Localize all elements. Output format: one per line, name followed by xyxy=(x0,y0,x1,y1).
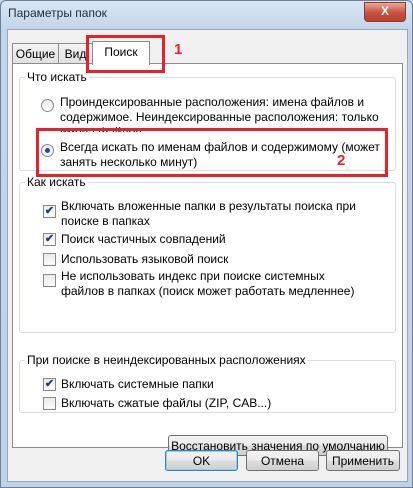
option-no-index-line1: Не использовать индекс при поиске систем… xyxy=(61,269,325,283)
dialog-client-area: Общие Вид Поиск Что искать Проиндексиров… xyxy=(7,29,408,482)
option-compressed-files-label[interactable]: Включать сжатые файлы (ZIP, CAB...) xyxy=(61,396,271,411)
how-to-search-legend: Как искать xyxy=(27,175,86,189)
checkbox-no-index-system[interactable] xyxy=(43,274,56,287)
checkbox-system-folders[interactable]: ✔ xyxy=(43,378,56,391)
folder-options-window: Параметры папок X Общие Вид Поиск Что ис… xyxy=(0,0,413,488)
annotation-number-2: 2 xyxy=(337,152,346,169)
option-indexed-line1: Проиндексированные расположения: имена ф… xyxy=(60,95,365,109)
option-include-subfolders-line2: поиске в папках xyxy=(61,214,150,228)
checkbox-compressed-files[interactable] xyxy=(43,397,56,410)
option-indexed-locations-label[interactable]: Проиндексированные расположения: имена ф… xyxy=(60,95,379,132)
option-indexed-line2: содержимое. Неиндексированные расположен… xyxy=(60,110,379,124)
option-no-index-line2: файлов в папках (поиск может работать ме… xyxy=(61,284,355,298)
cancel-button[interactable]: Отмена xyxy=(246,450,319,471)
radio-indexed-locations[interactable] xyxy=(41,99,54,112)
apply-button[interactable]: Применить xyxy=(326,450,400,471)
what-to-search-legend: Что искать xyxy=(27,70,87,84)
option-partial-matches-label[interactable]: Поиск частичных совпадений xyxy=(61,232,226,247)
option-system-folders-label[interactable]: Включать системные папки xyxy=(61,377,214,392)
option-no-index-system-label[interactable]: Не использовать индекс при поиске систем… xyxy=(61,269,354,299)
option-include-subfolders-label[interactable]: Включать вложенные папки в результаты по… xyxy=(61,199,356,229)
search-tab-panel: Что искать Проиндексированные расположен… xyxy=(12,63,403,456)
option-include-subfolders-line1: Включать вложенные папки в результаты по… xyxy=(61,199,356,213)
option-natural-language-label[interactable]: Использовать языковой поиск xyxy=(61,252,228,267)
annotation-number-1: 1 xyxy=(174,41,183,58)
unindexed-locations-legend: При поиске в неиндексированных расположе… xyxy=(27,353,306,367)
close-button[interactable]: X xyxy=(364,2,406,22)
tab-search[interactable]: Поиск xyxy=(92,41,150,65)
tab-general[interactable]: Общие xyxy=(12,43,59,64)
checkbox-partial-matches[interactable]: ✔ xyxy=(43,233,56,246)
annotation-box-2 xyxy=(36,128,388,177)
window-title: Параметры папок xyxy=(8,6,107,20)
checkbox-include-subfolders[interactable]: ✔ xyxy=(43,205,56,218)
ok-button[interactable]: OK xyxy=(165,450,238,471)
checkbox-natural-language[interactable] xyxy=(43,253,56,266)
